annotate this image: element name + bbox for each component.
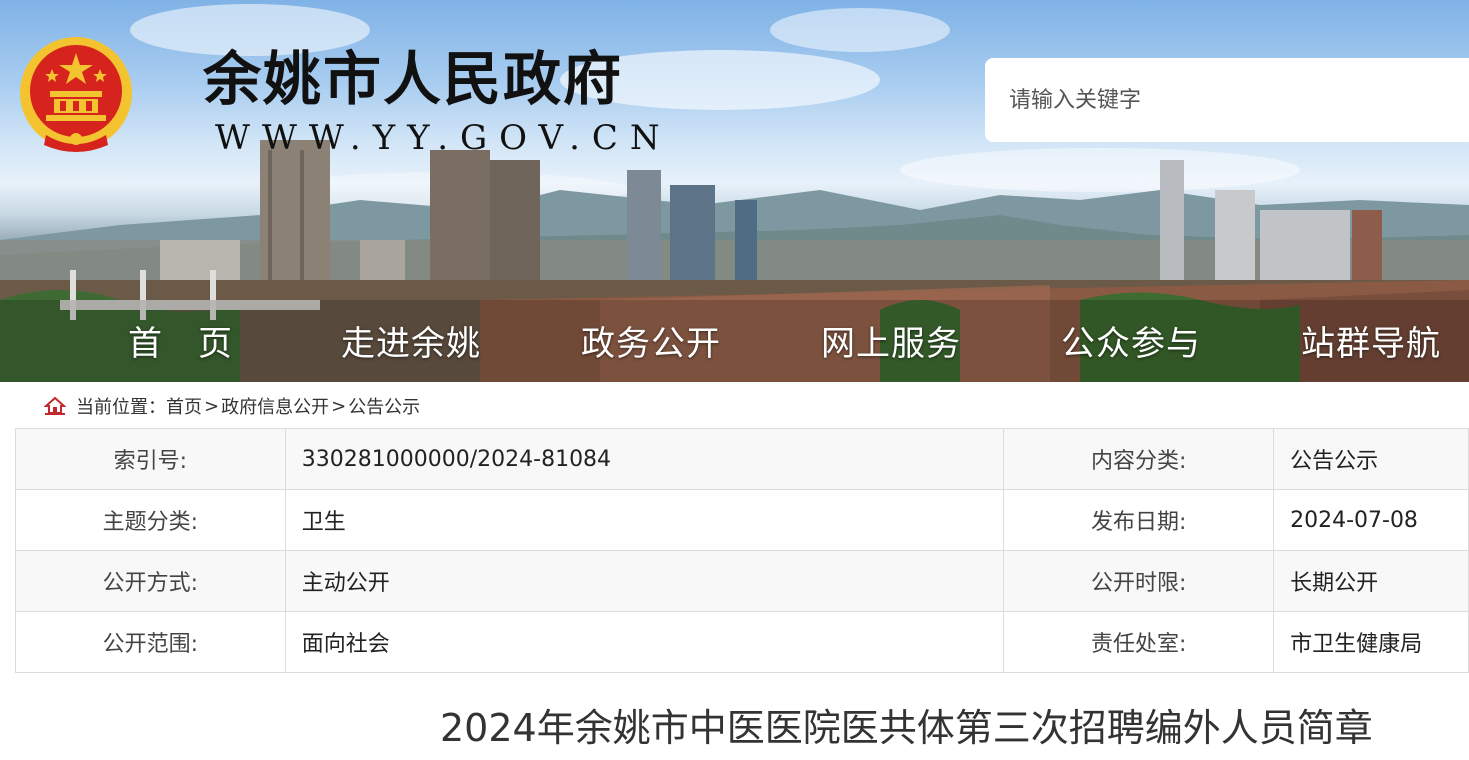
breadcrumb-link-gov-info[interactable]: 政府信息公开	[221, 393, 329, 419]
disclosure-scope-value: 面向社会	[284, 611, 1005, 673]
nav-item-home[interactable]: 首 页	[128, 316, 233, 365]
publish-date-value: 2024-07-08	[1273, 489, 1469, 551]
breadcrumb-separator: >	[204, 395, 220, 417]
topic-category-label: 主题分类:	[15, 489, 286, 551]
site-url: WWW.YY.GOV.CN	[215, 118, 672, 158]
index-number-value: 330281000000/2024-81084	[284, 428, 1005, 490]
search-input[interactable]	[985, 58, 1469, 142]
breadcrumb: 当前位置： 首页 > 政府信息公开 > 公告公示	[44, 392, 420, 420]
content-category-value: 公告公示	[1273, 428, 1469, 490]
breadcrumb-separator: >	[331, 395, 347, 417]
main-nav: 首 页 走进余姚 政务公开 网上服务 公众参与 站群导航	[0, 300, 1469, 380]
content-category-label: 内容分类:	[1003, 428, 1275, 490]
nav-item-site-navigation[interactable]: 站群导航	[1301, 316, 1441, 365]
site-title: 余姚市人民政府	[203, 45, 624, 113]
document-info-table: 索引号: 330281000000/2024-81084 内容分类: 公告公示 …	[15, 428, 1469, 673]
breadcrumb-link-home[interactable]: 首页	[166, 393, 202, 419]
index-number-label: 索引号:	[15, 428, 286, 490]
nav-item-about-yuyao[interactable]: 走进余姚	[341, 316, 481, 365]
breadcrumb-link-announcements[interactable]: 公告公示	[348, 393, 420, 419]
publish-date-label: 发布日期:	[1003, 489, 1275, 551]
responsible-office-label: 责任处室:	[1003, 611, 1275, 673]
table-row: 公开方式: 主动公开 公开时限: 长期公开	[15, 550, 1469, 612]
disclosure-scope-label: 公开范围:	[15, 611, 286, 673]
disclosure-method-value: 主动公开	[284, 550, 1005, 612]
disclosure-period-value: 长期公开	[1273, 550, 1469, 612]
topic-category-value: 卫生	[284, 489, 1005, 551]
table-row: 公开范围: 面向社会 责任处室: 市卫生健康局	[15, 611, 1469, 673]
responsible-office-value: 市卫生健康局	[1273, 611, 1469, 673]
home-icon	[44, 396, 66, 415]
table-row: 索引号: 330281000000/2024-81084 内容分类: 公告公示	[15, 428, 1469, 490]
article-title: 2024年余姚市中医医院医共体第三次招聘编外人员简章	[440, 706, 1373, 750]
disclosure-period-label: 公开时限:	[1003, 550, 1275, 612]
nav-item-government-affairs[interactable]: 政务公开	[581, 316, 721, 365]
national-emblem-icon	[20, 37, 132, 152]
nav-item-online-services[interactable]: 网上服务	[821, 316, 961, 365]
table-row: 主题分类: 卫生 发布日期: 2024-07-08	[15, 489, 1469, 551]
header-banner: 余姚市人民政府 WWW.YY.GOV.CN 首 页 走进余姚 政务公开 网上服务…	[0, 0, 1469, 382]
disclosure-method-label: 公开方式:	[15, 550, 286, 612]
breadcrumb-prefix: 当前位置：	[76, 397, 166, 418]
nav-item-public-participation[interactable]: 公众参与	[1061, 316, 1201, 365]
